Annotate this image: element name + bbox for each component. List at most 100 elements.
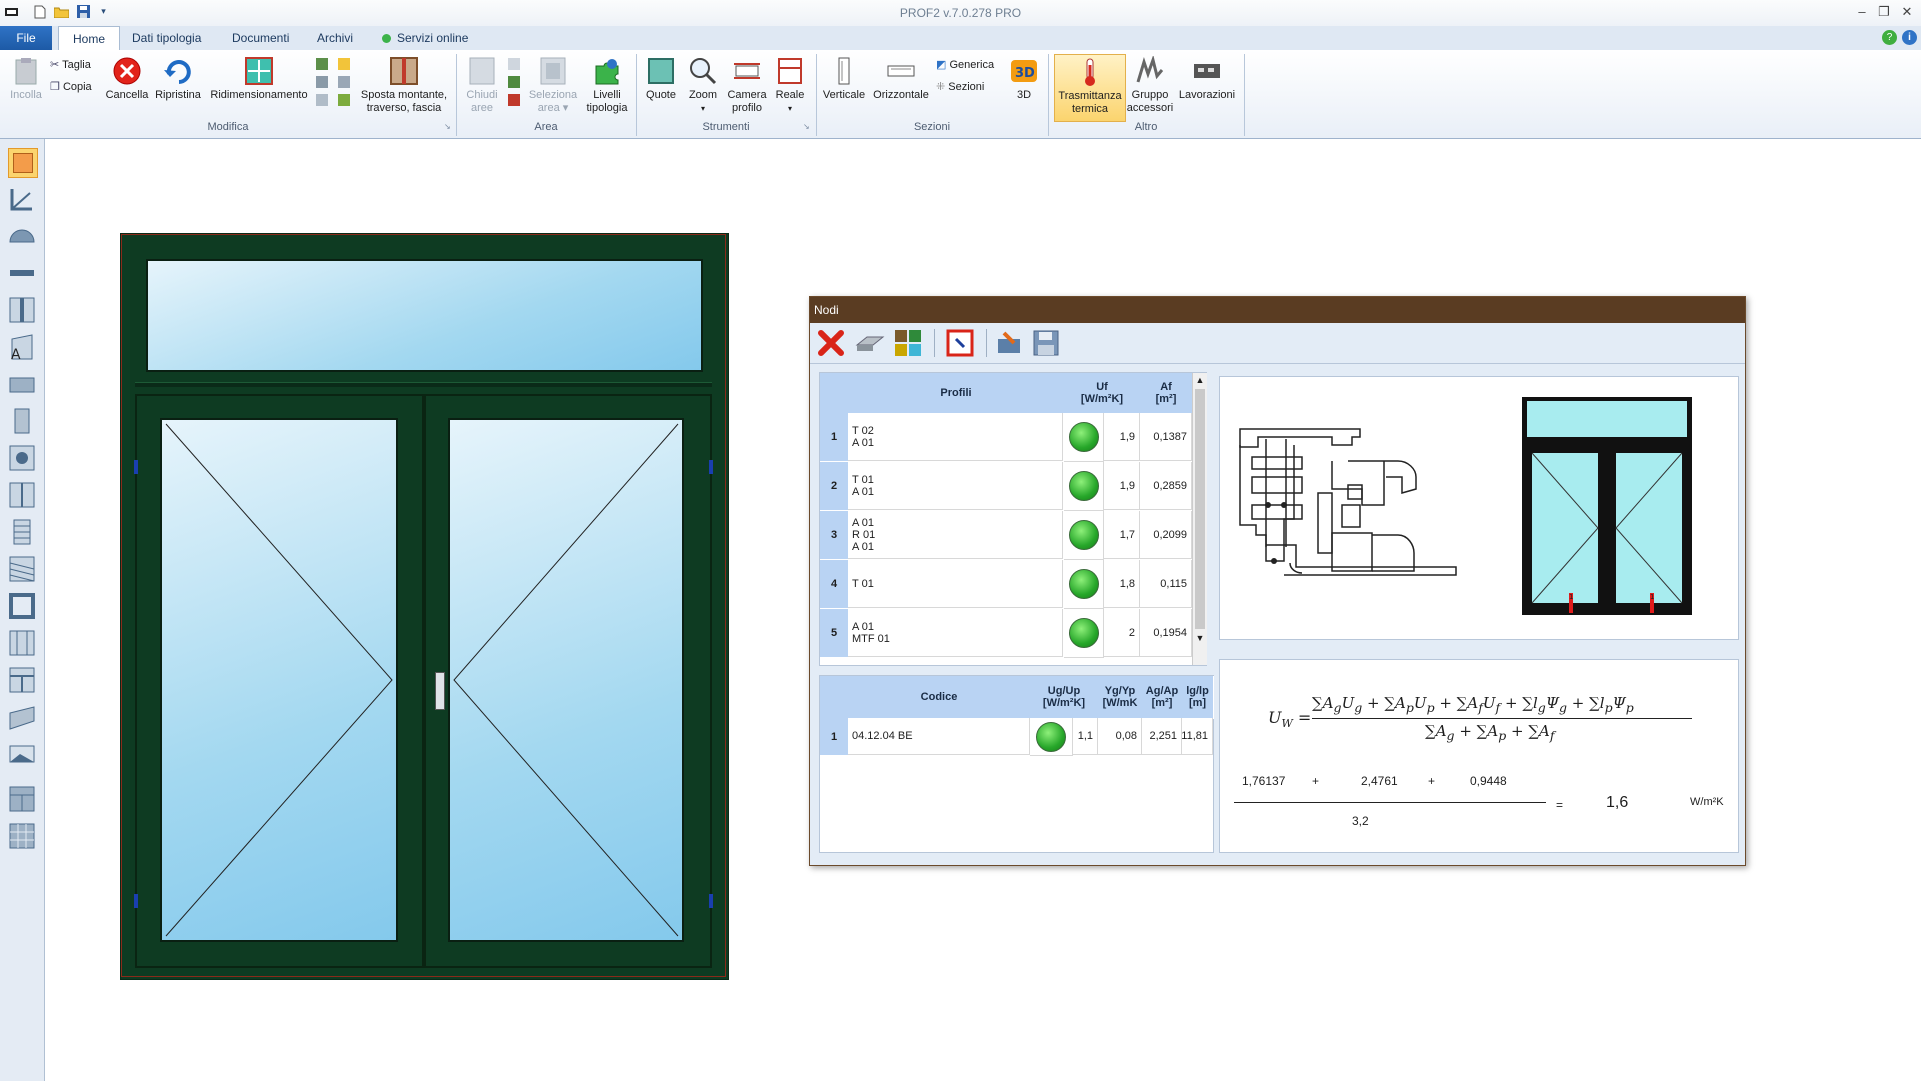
incolla-button[interactable]: Incolla	[4, 56, 48, 102]
right-sash[interactable]	[422, 394, 712, 968]
louver-tool-icon[interactable]	[8, 555, 36, 583]
mullion-tool-icon[interactable]	[8, 296, 36, 324]
save-disk-icon[interactable]	[1030, 327, 1062, 359]
gruppo-accessori-button[interactable]: Gruppo accessori	[1126, 54, 1174, 115]
table-row[interactable]: 3 A 01 R 01 A 01 1,7 0,2099	[820, 511, 1192, 560]
cancella-button[interactable]: Cancella	[104, 56, 150, 102]
uw-result: 1,6	[1606, 794, 1629, 811]
tool-1-icon[interactable]	[316, 58, 328, 70]
tab-archivi[interactable]: Archivi	[303, 26, 367, 50]
ridimensionamento-button[interactable]: Ridimensionamento	[206, 56, 312, 102]
verticale-button[interactable]: Verticale	[820, 56, 868, 102]
frame-square-tool-icon[interactable]	[8, 592, 36, 620]
yg-cell: 0,08	[1098, 718, 1142, 755]
window-thumbnail[interactable]: 1 1	[1482, 385, 1730, 631]
profili-header[interactable]: Profili	[848, 373, 1065, 414]
tilted-tool-icon[interactable]	[8, 703, 36, 731]
af-header[interactable]: Af [m²]	[1140, 373, 1193, 414]
image-tool-icon[interactable]	[8, 740, 36, 768]
tool-5-icon[interactable]	[338, 76, 350, 88]
copia-button[interactable]: ❐ Copia	[50, 80, 92, 93]
sezioni-button[interactable]: ⁜ Sezioni	[936, 80, 984, 93]
window-drawing[interactable]	[120, 233, 729, 980]
scroll-thumb[interactable]	[1195, 389, 1205, 629]
close-red-x-icon[interactable]	[815, 327, 847, 359]
reale-button[interactable]: Reale ▾	[772, 56, 808, 115]
area-tool-2-icon[interactable]	[508, 76, 520, 88]
codice-header[interactable]: Codice	[848, 676, 1031, 719]
door-leaf-tool-icon[interactable]	[8, 407, 36, 435]
sliding-tool-icon[interactable]	[8, 629, 36, 657]
tool-4-icon[interactable]	[338, 58, 350, 70]
transom-tool-icon[interactable]	[8, 259, 36, 287]
profili-cell: A 01 R 01 A 01	[848, 511, 1063, 559]
select-node-icon[interactable]	[944, 327, 976, 359]
close-icon[interactable]: ✕	[1896, 2, 1918, 22]
profile-3d-icon[interactable]	[854, 327, 886, 359]
tab-file[interactable]: File	[0, 26, 52, 50]
table-row[interactable]: 4 T 01 1,8 0,115	[820, 560, 1192, 609]
gear-tool-icon[interactable]	[8, 444, 36, 472]
seleziona-area-button[interactable]: Seleziona area ▾	[526, 56, 580, 115]
hinge-marker	[709, 460, 713, 474]
tab-dati-tipologia[interactable]: Dati tipologia	[118, 26, 215, 50]
trasmittanza-termica-button[interactable]: Trasmittanza termica	[1054, 54, 1126, 122]
lavorazioni-button[interactable]: Lavorazioni	[1176, 56, 1238, 102]
livelli-tipologia-button[interactable]: Livelli tipologia	[582, 56, 632, 115]
shutter-tool-icon[interactable]	[8, 518, 36, 546]
tool-3-icon[interactable]	[316, 94, 328, 106]
sposta-montante-button[interactable]: Sposta montante, traverso, fascia	[358, 56, 450, 115]
minimize-icon[interactable]: –	[1851, 2, 1873, 22]
modifica-launcher-icon[interactable]: ↘	[444, 122, 451, 131]
left-sash[interactable]	[135, 394, 426, 968]
tab-servizi-online[interactable]: Servizi online	[368, 26, 482, 50]
quote-button[interactable]: Quote	[640, 56, 682, 102]
generica-button[interactable]: ◩ Generica	[936, 58, 994, 71]
scroll-down-icon[interactable]: ▼	[1193, 631, 1207, 645]
table-row[interactable]: 1 T 02 A 01 1,9 0,1387	[820, 413, 1192, 462]
scroll-up-icon[interactable]: ▲	[1193, 373, 1207, 387]
arc-tool-icon[interactable]	[8, 222, 36, 250]
color-palette-icon[interactable]	[892, 327, 924, 359]
transom-glass[interactable]	[146, 259, 703, 372]
orizzontale-button[interactable]: Orizzontale	[870, 56, 932, 102]
zoom-button[interactable]: Zoom ▾	[684, 56, 722, 115]
hinge-marker	[134, 894, 138, 908]
status-ok-icon	[1068, 422, 1099, 452]
layout-tool-icon[interactable]	[8, 785, 36, 813]
restore-icon[interactable]: ❐	[1873, 2, 1895, 22]
ug-header[interactable]: Ug/Up [W/m²K]	[1030, 676, 1099, 719]
panel-tool-icon[interactable]	[8, 370, 36, 398]
help-icon[interactable]: ?	[1882, 30, 1897, 45]
area-tool-3-icon[interactable]	[508, 94, 520, 106]
tab-home[interactable]: Home	[58, 26, 121, 51]
table-row[interactable]: 2 T 01 A 01 1,9 0,2859	[820, 462, 1192, 511]
table-row[interactable]: 5 A 01 MTF 01 2 0,1954	[820, 609, 1192, 658]
info-icon[interactable]: i	[1902, 30, 1917, 45]
grid-tool-icon[interactable]	[8, 666, 36, 694]
tool-6-icon[interactable]	[338, 94, 350, 106]
yg-header[interactable]: Yg/Yp [W/mK	[1098, 676, 1143, 719]
camera-profilo-button[interactable]: Camera profilo	[724, 56, 770, 115]
strumenti-launcher-icon[interactable]: ↘	[803, 122, 810, 131]
profile-section-drawing[interactable]	[1228, 385, 1474, 631]
angle-tool-icon[interactable]	[8, 185, 36, 213]
tool-2-icon[interactable]	[316, 76, 328, 88]
export-icon[interactable]	[994, 327, 1026, 359]
frame-tool-icon[interactable]	[8, 148, 38, 178]
tab-documenti[interactable]: Documenti	[218, 26, 303, 50]
taglia-button[interactable]: ✂ Taglia	[50, 58, 91, 71]
double-sash-tool-icon[interactable]	[8, 481, 36, 509]
ag-header[interactable]: Ag/Ap [m²]	[1142, 676, 1183, 719]
uf-header[interactable]: Uf [W/m²K]	[1064, 373, 1141, 414]
lg-header[interactable]: lg/lp [m]	[1182, 676, 1214, 719]
table-row[interactable]: 1 04.12.04 BE 1,1 0,08 2,251 11,81	[820, 718, 1213, 756]
text-sash-tool-icon[interactable]: A	[8, 333, 36, 363]
profili-scrollbar[interactable]: ▲ ▼	[1192, 373, 1207, 665]
window-handle[interactable]	[435, 672, 445, 710]
chiudi-aree-button[interactable]: Chiudi aree	[460, 56, 504, 115]
ripristina-button[interactable]: Ripristina	[152, 56, 204, 102]
3d-button[interactable]: 3D 3D	[1006, 56, 1042, 102]
matrix-tool-icon[interactable]	[8, 822, 36, 850]
area-tool-1-icon[interactable]	[508, 58, 520, 70]
